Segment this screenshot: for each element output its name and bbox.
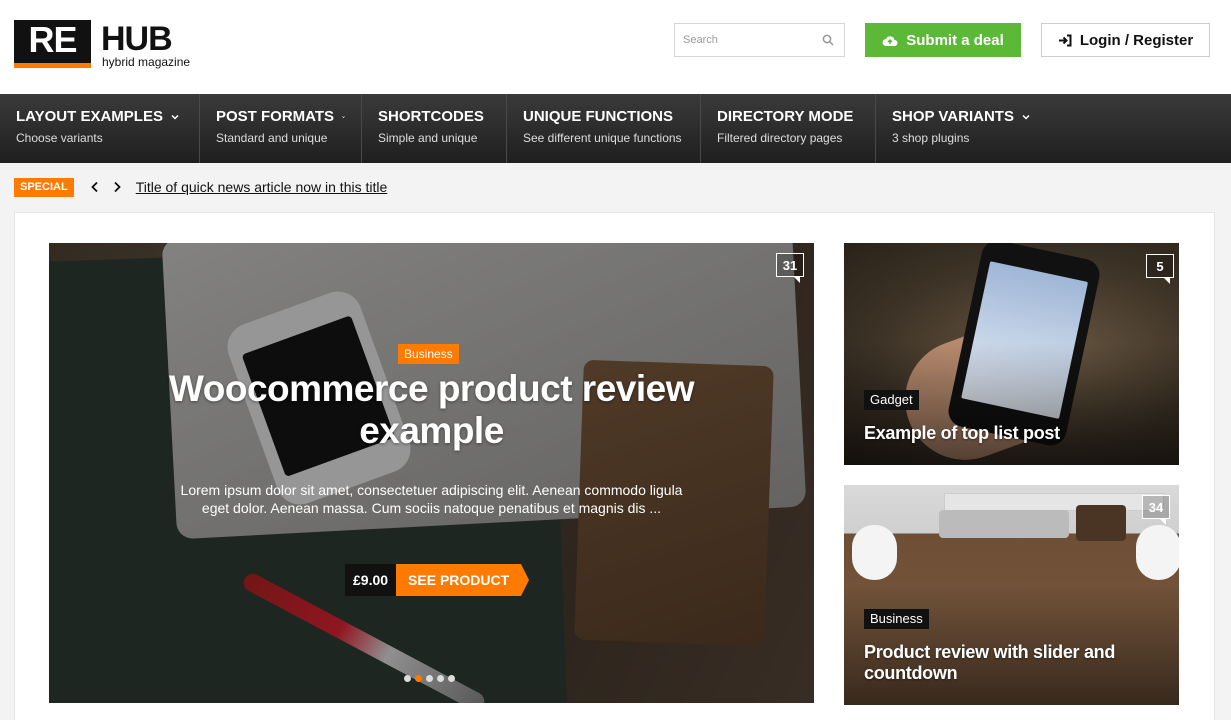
featured-slider[interactable]: 31 Business Woocommerce product review e… bbox=[49, 243, 814, 703]
comment-count-badge[interactable]: 31 bbox=[776, 253, 804, 283]
special-badge: SPECIAL bbox=[14, 177, 74, 197]
nav-item-directory-mode[interactable]: DIRECTORY MODE Filtered directory pages bbox=[701, 94, 876, 163]
comment-count-badge[interactable]: 34 bbox=[1142, 495, 1170, 525]
see-product-button[interactable]: SEE PRODUCT bbox=[396, 564, 530, 596]
nav-subtitle: Standard and unique bbox=[216, 131, 328, 145]
post-card-product-review[interactable]: 34 Business Product review with slider a… bbox=[844, 485, 1179, 705]
submit-deal-button[interactable]: Submit a deal bbox=[865, 23, 1021, 57]
nav-subtitle: Simple and unique bbox=[378, 131, 478, 145]
chevron-left-icon[interactable] bbox=[90, 181, 100, 193]
slider-dots bbox=[404, 675, 455, 682]
chevron-down-icon bbox=[342, 115, 345, 118]
search-box bbox=[674, 23, 845, 57]
hero-overlay bbox=[49, 243, 814, 703]
post-card-top-list[interactable]: 5 Gadget Example of top list post bbox=[844, 243, 1179, 465]
slider-dot[interactable] bbox=[448, 675, 455, 682]
slider-dot[interactable] bbox=[426, 675, 433, 682]
nav-item-unique-functions[interactable]: UNIQUE FUNCTIONS See different unique fu… bbox=[507, 94, 701, 163]
search-icon[interactable] bbox=[822, 34, 834, 46]
submit-deal-label: Submit a deal bbox=[906, 31, 1004, 49]
category-badge[interactable]: Business bbox=[864, 609, 929, 629]
main-navigation: LAYOUT EXAMPLES Choose variants POST FOR… bbox=[0, 94, 1231, 163]
hero-excerpt: Lorem ipsum dolor sit amet, consectetuer… bbox=[180, 482, 683, 516]
site-logo[interactable]: RE HUB hybrid magazine bbox=[14, 20, 194, 70]
slider-dot[interactable] bbox=[437, 675, 444, 682]
nav-title: DIRECTORY MODE bbox=[717, 108, 854, 125]
category-badge[interactable]: Business bbox=[398, 344, 459, 364]
card-title[interactable]: Example of top list post bbox=[864, 423, 1154, 444]
nav-title: UNIQUE FUNCTIONS bbox=[523, 108, 673, 125]
news-ticker: SPECIAL Title of quick news article now … bbox=[14, 177, 387, 197]
card-title[interactable]: Product review with slider and countdown bbox=[864, 642, 1154, 684]
nav-item-post-formats[interactable]: POST FORMATS Standard and unique bbox=[200, 94, 362, 163]
hero-title[interactable]: Woocommerce product review example bbox=[149, 368, 714, 452]
logo-re-block: RE bbox=[14, 20, 91, 68]
site-header: RE HUB hybrid magazine Submit a deal Log… bbox=[0, 0, 1231, 94]
category-badge[interactable]: Gadget bbox=[864, 390, 919, 410]
nav-title: LAYOUT EXAMPLES bbox=[16, 108, 163, 125]
price-cta: £9.00 SEE PRODUCT bbox=[345, 564, 530, 596]
slider-dot-active[interactable] bbox=[415, 675, 422, 682]
nav-subtitle: See different unique functions bbox=[523, 131, 682, 145]
nav-title: SHORTCODES bbox=[378, 108, 484, 125]
sign-in-icon bbox=[1058, 34, 1072, 46]
login-register-label: Login / Register bbox=[1079, 31, 1194, 49]
logo-hub-text: HUB bbox=[101, 20, 173, 58]
chevron-down-icon bbox=[171, 114, 179, 120]
chevron-down-icon bbox=[1022, 114, 1030, 120]
nav-item-shortcodes[interactable]: SHORTCODES Simple and unique bbox=[362, 94, 507, 163]
nav-subtitle: 3 shop plugins bbox=[892, 131, 970, 145]
logo-accent-bar bbox=[14, 63, 91, 68]
search-input[interactable] bbox=[675, 24, 815, 56]
nav-item-layout-examples[interactable]: LAYOUT EXAMPLES Choose variants bbox=[0, 94, 200, 163]
nav-item-shop-variants[interactable]: SHOP VARIANTS 3 shop plugins bbox=[876, 94, 1046, 163]
cloud-upload-icon bbox=[882, 35, 898, 46]
login-register-button[interactable]: Login / Register bbox=[1041, 23, 1210, 57]
ticker-headline-link[interactable]: Title of quick news article now in this … bbox=[136, 179, 388, 195]
price-label: £9.00 bbox=[345, 564, 397, 596]
nav-subtitle: Choose variants bbox=[16, 131, 103, 145]
logo-tagline: hybrid magazine bbox=[102, 55, 191, 69]
chevron-right-icon[interactable] bbox=[112, 181, 122, 193]
slider-dot[interactable] bbox=[404, 675, 411, 682]
nav-title: POST FORMATS bbox=[216, 108, 335, 125]
nav-title: SHOP VARIANTS bbox=[892, 108, 1014, 125]
nav-subtitle: Filtered directory pages bbox=[717, 131, 843, 145]
comment-count-badge[interactable]: 5 bbox=[1146, 254, 1174, 284]
